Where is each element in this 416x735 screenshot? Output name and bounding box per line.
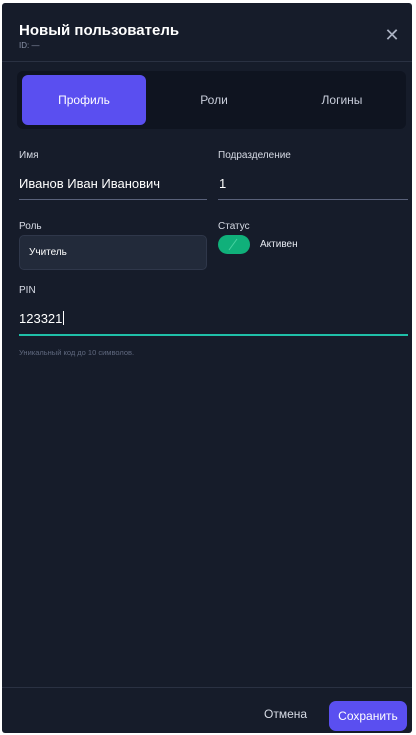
tab-logins[interactable]: Логины (278, 75, 406, 125)
department-field[interactable]: 1 (219, 176, 226, 191)
name-label: Имя (19, 150, 39, 161)
pin-underline (19, 334, 408, 336)
tab-bar: Профиль Роли Логины (17, 71, 406, 129)
pin-value: 123321 (19, 311, 63, 326)
role-select-value: Учитель (29, 247, 67, 258)
close-icon[interactable]: ✕ (382, 25, 402, 45)
status-label: Статус (218, 221, 250, 232)
name-field[interactable]: Иванов Иван Иванович (19, 176, 160, 191)
pin-label: PIN (19, 285, 36, 296)
new-user-dialog: Новый пользователь ID: — ✕ Профиль Роли … (2, 3, 412, 733)
save-button[interactable]: Сохранить (329, 701, 407, 731)
tab-roles[interactable]: Роли (150, 75, 278, 125)
toggle-knob-icon (228, 238, 238, 251)
role-label: Роль (19, 221, 42, 232)
tab-profile[interactable]: Профиль (22, 75, 146, 125)
user-id-label: ID: — (19, 41, 40, 50)
status-toggle[interactable] (218, 235, 250, 254)
pin-field[interactable]: 123321 (19, 311, 65, 326)
dialog-title: Новый пользователь (19, 22, 180, 39)
dialog-footer: Отмена Сохранить (2, 687, 412, 733)
pin-hint: Уникальный код до 10 символов. (19, 348, 135, 357)
text-caret (63, 311, 65, 325)
department-label: Подразделение (218, 150, 291, 161)
status-value: Активен (260, 239, 298, 250)
department-underline (218, 199, 408, 200)
cancel-button[interactable]: Отмена (264, 707, 307, 721)
role-select[interactable]: Учитель (19, 235, 207, 270)
name-underline (19, 199, 207, 200)
dialog-header: Новый пользователь ID: — ✕ (2, 3, 412, 62)
